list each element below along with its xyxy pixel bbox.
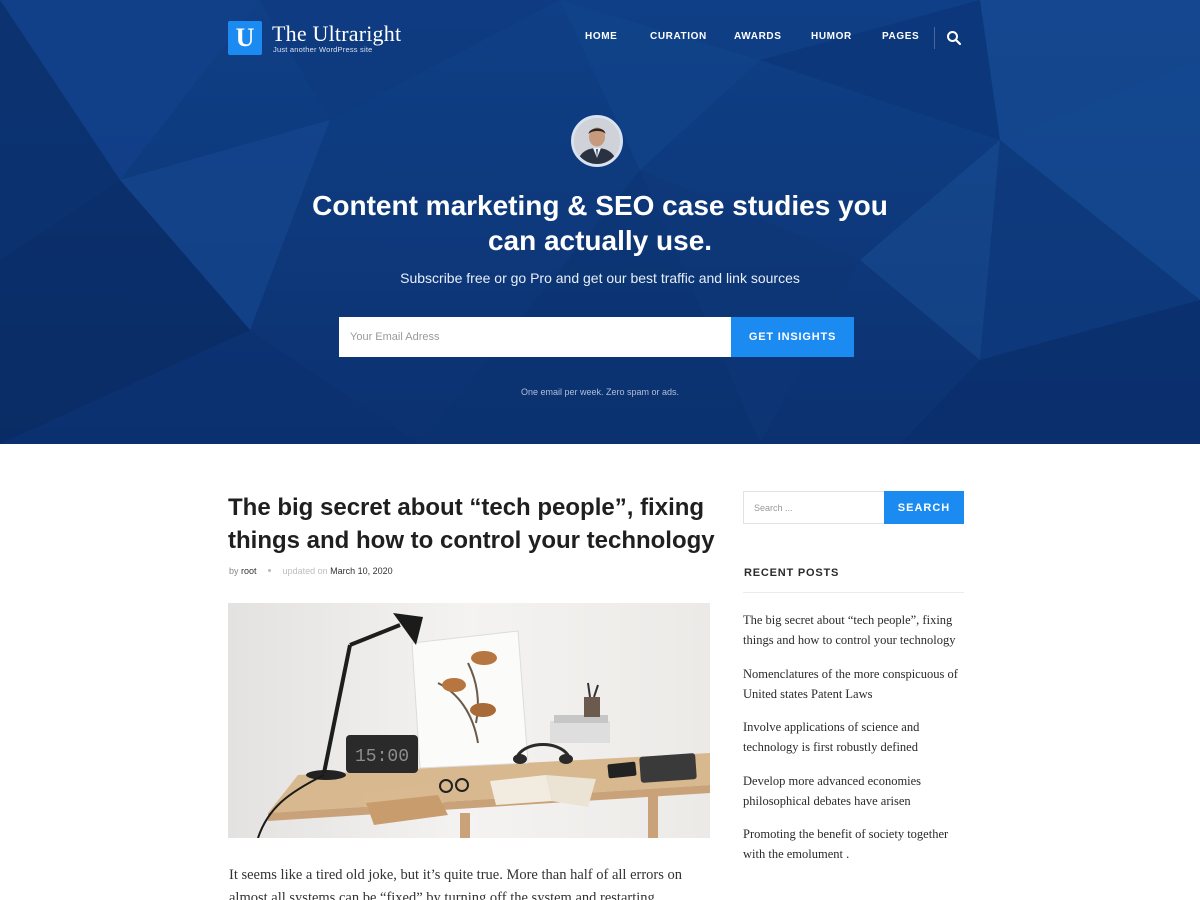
- clock-text: 15:00: [355, 747, 409, 767]
- get-insights-button[interactable]: GET INSIGHTS: [731, 317, 854, 357]
- nav-humor[interactable]: HUMOR: [811, 31, 852, 42]
- recent-post-link[interactable]: Develop more advanced economies philosop…: [743, 771, 968, 811]
- hero-subtitle: Subscribe free or go Pro and get our bes…: [400, 270, 800, 286]
- post-meta: by root updated on March 10, 2020: [229, 566, 393, 576]
- recent-posts-list: The big secret about “tech people”, fixi…: [743, 610, 968, 878]
- email-field[interactable]: [339, 317, 731, 357]
- recent-posts-divider: [743, 592, 964, 593]
- hero-headline: Content marketing & SEO case studies you…: [312, 190, 888, 256]
- recent-post-link[interactable]: The big secret about “tech people”, fixi…: [743, 610, 968, 650]
- author-avatar: [571, 115, 623, 167]
- site-title[interactable]: The Ultraright: [272, 22, 401, 46]
- sidebar-search-button[interactable]: SEARCH: [884, 491, 964, 524]
- sidebar-search-input[interactable]: [743, 491, 884, 524]
- author-link[interactable]: root: [241, 566, 257, 576]
- post-excerpt: It seems like a tired old joke, but it’s…: [229, 867, 683, 900]
- meta-separator: [268, 569, 272, 573]
- nav-divider: [934, 27, 935, 49]
- recent-post-link[interactable]: Promoting the benefit of society togethe…: [743, 824, 968, 864]
- post-date: March 10, 2020: [330, 566, 393, 576]
- nav-pages[interactable]: PAGES: [882, 31, 919, 42]
- nav-home[interactable]: HOME: [585, 31, 617, 42]
- search-icon[interactable]: [946, 30, 962, 46]
- recent-posts-heading: RECENT POSTS: [744, 567, 840, 579]
- site-tagline: Just another WordPress site: [273, 45, 373, 54]
- recent-post-link[interactable]: Nomenclatures of the more conspicuous of…: [743, 664, 968, 704]
- site-logo[interactable]: U: [228, 21, 262, 55]
- post-title[interactable]: The big secret about “tech people”, fixi…: [228, 491, 718, 557]
- recent-post-link[interactable]: Involve applications of science and tech…: [743, 717, 968, 757]
- nav-curation[interactable]: CURATION: [650, 31, 707, 42]
- post-featured-image[interactable]: 15:00: [228, 603, 710, 838]
- hero-section: U The Ultraright Just another WordPress …: [0, 0, 1200, 444]
- nav-awards[interactable]: AWARDS: [734, 31, 782, 42]
- updated-label: updated on: [282, 566, 328, 576]
- by-label: by: [229, 566, 239, 576]
- hero-note: One email per week. Zero spam or ads.: [520, 387, 680, 397]
